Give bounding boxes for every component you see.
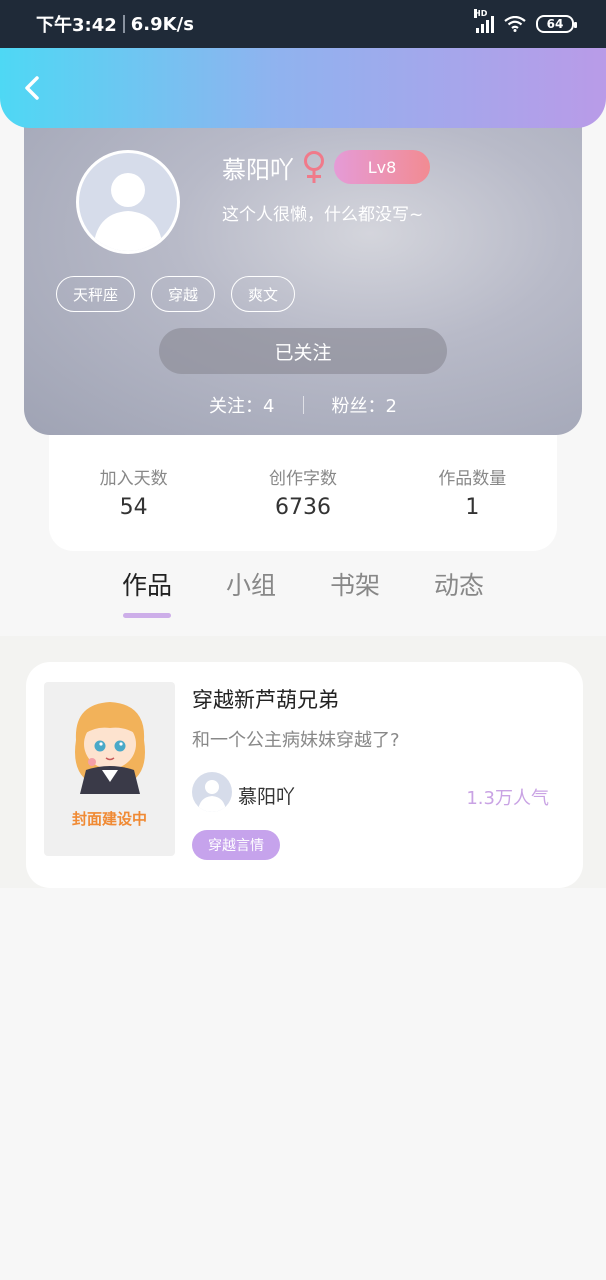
- book-description: 和一个公主病妹妹穿越了?: [192, 730, 400, 751]
- signal-icon: HD: [474, 9, 494, 33]
- tab-works[interactable]: 作品: [122, 566, 172, 618]
- stat-label: 加入天数: [99, 469, 168, 489]
- cover-illustration: [75, 702, 145, 794]
- status-bar: 下午3:42 6.9K/s HD 64: [0, 0, 606, 48]
- tab-groups[interactable]: 小组: [226, 566, 276, 618]
- battery-icon: 64: [536, 15, 577, 33]
- profile-card: 慕阳吖 Lv8 这个人很懒，什么都没写~ 天秤座 穿越 爽文 已关注 关注：4 …: [24, 110, 582, 435]
- username: 慕阳吖: [222, 156, 294, 184]
- stat-word-count: 创作字数 6736: [218, 464, 387, 551]
- status-left: 下午3:42 6.9K/s: [36, 11, 194, 37]
- default-avatar-icon: [198, 780, 226, 812]
- book-cover[interactable]: 封面建设中: [44, 682, 175, 856]
- tab-activity[interactable]: 动态: [434, 566, 484, 618]
- book-card[interactable]: 封面建设中 穿越新芦葫兄弟 和一个公主病妹妹穿越了? 慕阳吖 1.3万人气 穿越…: [26, 662, 583, 888]
- following-count[interactable]: 关注：4: [209, 392, 274, 418]
- stat-join-days: 加入天数 54: [49, 464, 218, 551]
- avatar[interactable]: [76, 150, 180, 254]
- user-bio: 这个人很懒，什么都没写~: [222, 205, 424, 225]
- stat-value: 6736: [274, 495, 331, 520]
- battery-level: 64: [546, 17, 564, 31]
- stat-value: 1: [465, 495, 480, 520]
- tab-bookshelf[interactable]: 书架: [330, 566, 380, 618]
- back-button[interactable]: [18, 74, 46, 102]
- genre-tag[interactable]: 穿越言情: [192, 830, 280, 860]
- tag-genre[interactable]: 爽文: [231, 276, 296, 312]
- author-avatar[interactable]: [192, 772, 232, 812]
- female-gender-icon: [304, 151, 324, 183]
- follow-button[interactable]: 已关注: [159, 328, 447, 374]
- popularity-count: 1.3万人气: [466, 788, 549, 809]
- status-time: 下午3:42: [36, 15, 117, 36]
- stat-works-count: 作品数量 1: [388, 464, 557, 551]
- wifi-icon: [504, 16, 526, 32]
- stat-value: 54: [119, 495, 148, 520]
- level-badge: Lv8: [334, 150, 430, 184]
- header-bar: [0, 48, 606, 128]
- tag-zodiac[interactable]: 天秤座: [56, 276, 136, 312]
- follow-stats: 关注：4 粉丝：2: [24, 392, 582, 418]
- default-avatar-icon: [93, 173, 163, 251]
- chevron-left-icon: [25, 76, 39, 100]
- stats-divider: [302, 396, 304, 414]
- tag-time-travel[interactable]: 穿越: [151, 276, 216, 312]
- stat-label: 创作字数: [268, 469, 337, 489]
- status-separator: [122, 15, 125, 33]
- profile-tags: 天秤座 穿越 爽文: [56, 276, 296, 312]
- followers-count[interactable]: 粉丝：2: [332, 392, 397, 418]
- author-name[interactable]: 慕阳吖: [238, 782, 295, 809]
- profile-tabs: 作品 小组 书架 动态: [0, 566, 606, 636]
- status-right: HD 64: [474, 9, 577, 33]
- cover-placeholder-text: 封面建设中: [71, 810, 147, 828]
- stat-label: 作品数量: [438, 469, 507, 489]
- network-speed: 6.9K/s: [130, 13, 194, 35]
- book-title[interactable]: 穿越新芦葫兄弟: [192, 684, 339, 714]
